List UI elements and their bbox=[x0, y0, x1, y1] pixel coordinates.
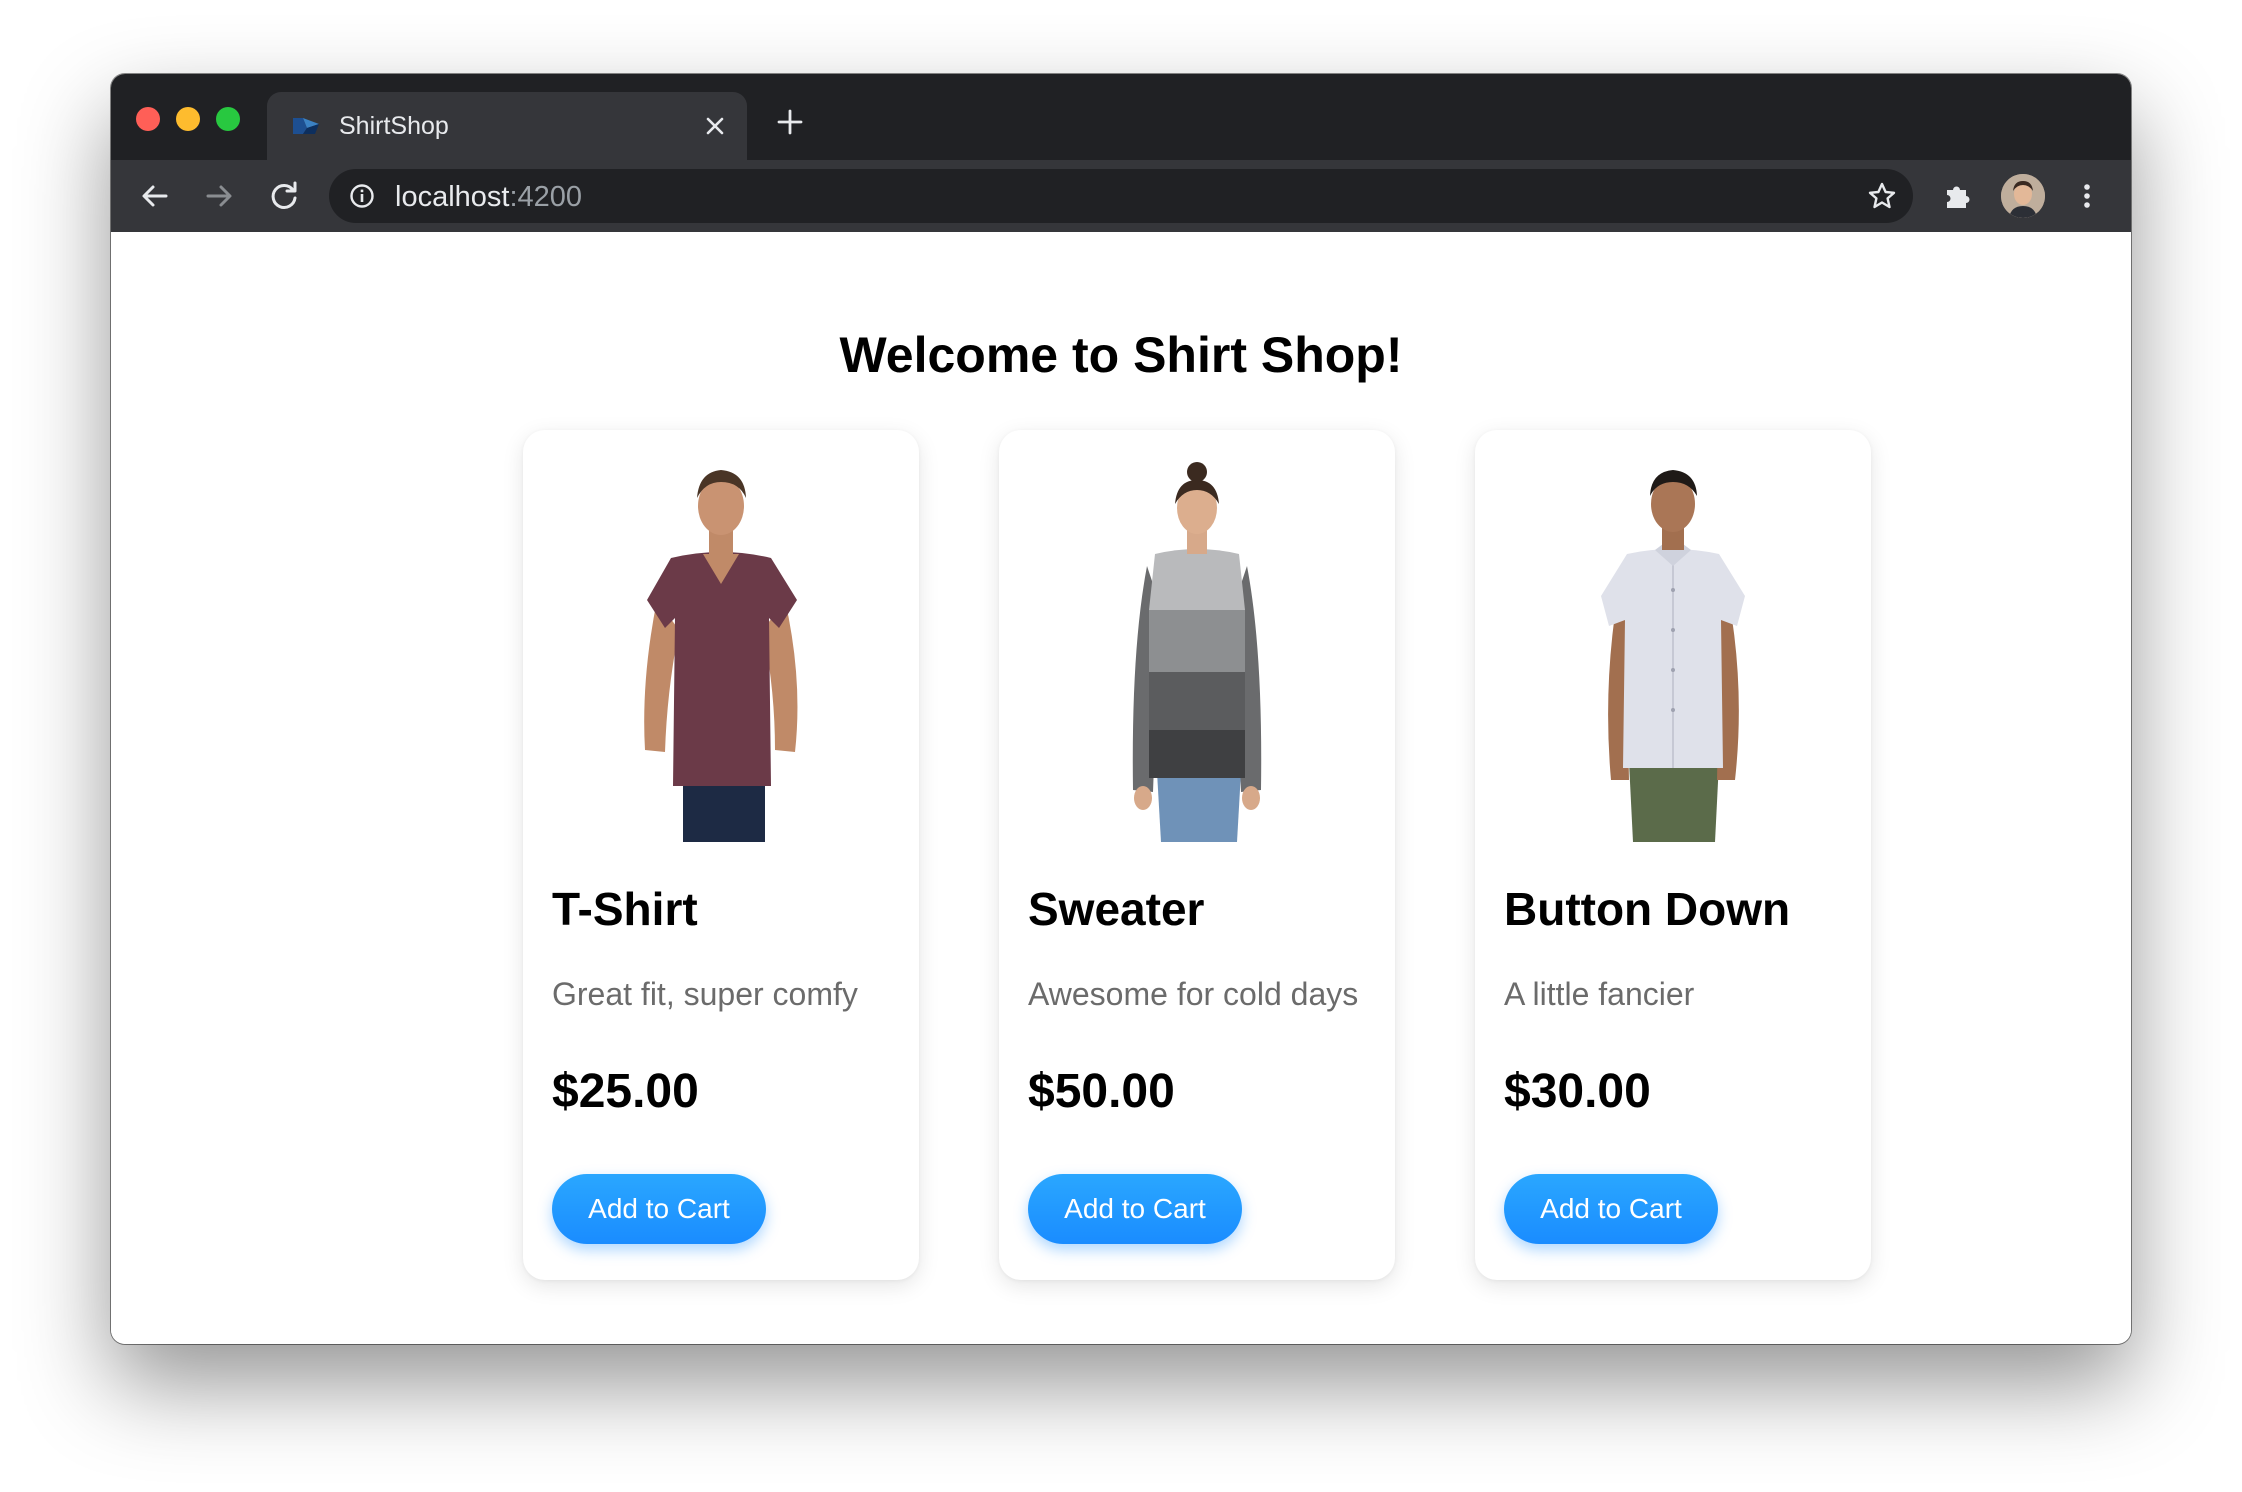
extensions-puzzle-icon[interactable] bbox=[1940, 178, 1976, 214]
button-down-product-image bbox=[1601, 470, 1745, 842]
product-name: Button Down bbox=[1504, 883, 1791, 935]
close-icon[interactable] bbox=[703, 114, 727, 138]
product-name: T-Shirt bbox=[552, 883, 698, 935]
url-text[interactable]: localhost:4200 bbox=[395, 181, 582, 214]
address-bar[interactable]: localhost:4200 bbox=[329, 169, 1913, 223]
profile-avatar[interactable] bbox=[2001, 174, 2045, 218]
product-description: Awesome for cold days bbox=[1028, 976, 1359, 1012]
info-icon[interactable] bbox=[349, 183, 375, 209]
kebab-menu-icon[interactable] bbox=[2069, 178, 2105, 214]
product-card-button-down: Button Down A little fancier $30.00 Add … bbox=[1475, 430, 1871, 1280]
browser-window: ShirtShop localhost:4200 Welcome to Shir… bbox=[111, 74, 2131, 1344]
add-to-cart-button[interactable]: Add to Cart bbox=[1028, 1174, 1242, 1244]
product-price: $50.00 bbox=[1028, 1065, 1175, 1118]
window-minimize-button[interactable] bbox=[176, 107, 200, 131]
avatar-face-icon bbox=[2001, 174, 2045, 218]
product-price: $25.00 bbox=[552, 1065, 699, 1118]
browser-toolbar: localhost:4200 bbox=[111, 160, 2131, 232]
bookmark-star-icon[interactable] bbox=[1867, 181, 1897, 211]
window-close-button[interactable] bbox=[136, 107, 160, 131]
product-price: $30.00 bbox=[1504, 1065, 1651, 1118]
tab-shirtshop[interactable]: ShirtShop bbox=[267, 92, 747, 160]
product-description: A little fancier bbox=[1504, 976, 1695, 1012]
tshirt-product-image bbox=[644, 470, 798, 842]
sweater-product-image bbox=[1132, 462, 1262, 842]
url-port: :4200 bbox=[509, 181, 583, 213]
forward-arrow-icon[interactable] bbox=[201, 178, 237, 214]
product-card-tshirt: T-Shirt Great fit, super comfy $25.00 Ad… bbox=[523, 430, 919, 1280]
product-card-sweater: Sweater Awesome for cold days $50.00 Add… bbox=[999, 430, 1395, 1280]
product-name: Sweater bbox=[1028, 883, 1205, 935]
back-arrow-icon[interactable] bbox=[137, 178, 173, 214]
add-to-cart-button[interactable]: Add to Cart bbox=[552, 1174, 766, 1244]
app-icon bbox=[293, 118, 319, 134]
reload-icon[interactable] bbox=[266, 178, 302, 214]
url-host: localhost bbox=[395, 181, 510, 213]
add-to-cart-button[interactable]: Add to Cart bbox=[1504, 1174, 1718, 1244]
tab-strip: ShirtShop bbox=[111, 74, 2131, 160]
window-maximize-button[interactable] bbox=[216, 107, 240, 131]
tab-title: ShirtShop bbox=[339, 112, 449, 140]
new-tab-plus-icon[interactable] bbox=[775, 107, 805, 137]
page-content: Welcome to Shirt Shop! T-Shirt Great fit… bbox=[111, 232, 2131, 1344]
product-description: Great fit, super comfy bbox=[552, 976, 858, 1012]
page-title: Welcome to Shirt Shop! bbox=[839, 327, 1403, 383]
